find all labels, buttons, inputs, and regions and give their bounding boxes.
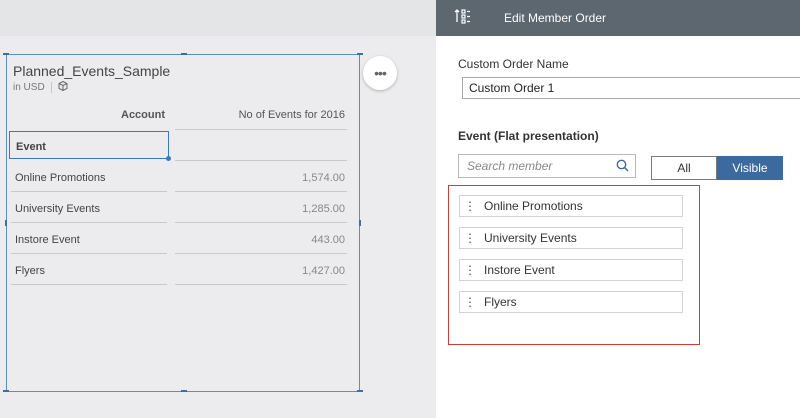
table-row-label[interactable]: Instore Event xyxy=(15,234,80,246)
currency-label: in USD xyxy=(13,82,45,93)
resize-handle-top[interactable] xyxy=(181,53,187,55)
resize-handle-bottom[interactable] xyxy=(181,390,187,392)
member-item[interactable]: ⋮ Instore Event xyxy=(459,259,683,281)
visibility-toggle: All Visible xyxy=(651,156,783,180)
resize-handle-bl[interactable] xyxy=(3,390,9,392)
row-divider xyxy=(11,253,167,254)
row-divider xyxy=(175,284,347,285)
member-item[interactable]: ⋮ Flyers xyxy=(459,291,683,313)
table-widget[interactable]: Planned_Events_Sample in USD Account No … xyxy=(3,53,363,392)
dimension-header-label: Event xyxy=(16,141,46,153)
search-placeholder: Search member xyxy=(467,159,553,173)
resize-handle-br[interactable] xyxy=(357,390,363,392)
member-order-icon xyxy=(454,8,474,29)
selection-handle[interactable] xyxy=(166,156,171,161)
header-measure[interactable]: No of Events for 2016 xyxy=(175,109,345,121)
panel-header: Edit Member Order xyxy=(436,0,800,36)
drag-handle-icon[interactable]: ⋮ xyxy=(464,263,476,277)
table-row-label[interactable]: Online Promotions xyxy=(15,172,106,184)
member-list: ⋮ Online Promotions ⋮ University Events … xyxy=(448,185,700,345)
header-divider xyxy=(175,129,347,130)
row-divider xyxy=(175,191,347,192)
custom-order-name-input[interactable]: Custom Order 1 xyxy=(462,77,800,99)
resize-handle-tl[interactable] xyxy=(3,53,9,55)
member-label: Instore Event xyxy=(484,263,555,277)
member-item[interactable]: ⋮ University Events xyxy=(459,227,683,249)
edit-member-order-panel: Edit Member Order Custom Order Name Cust… xyxy=(436,0,800,418)
resize-handle-tr[interactable] xyxy=(357,53,363,55)
member-label: Online Promotions xyxy=(484,199,583,213)
section-title: Event (Flat presentation) xyxy=(458,129,599,143)
drag-handle-icon[interactable]: ⋮ xyxy=(464,295,476,309)
header-account[interactable]: Account xyxy=(7,109,165,121)
canvas-topbar xyxy=(0,0,436,36)
more-actions-button[interactable]: ••• xyxy=(363,56,397,90)
table-row-label[interactable]: Flyers xyxy=(15,265,45,277)
table-row-value[interactable]: 443.00 xyxy=(175,234,345,246)
member-label: Flyers xyxy=(484,295,517,309)
table-row-label[interactable]: University Events xyxy=(15,203,100,215)
search-icon[interactable] xyxy=(616,159,629,175)
row-divider xyxy=(175,253,347,254)
table-row-value[interactable]: 1,574.00 xyxy=(175,172,345,184)
toggle-all-button[interactable]: All xyxy=(651,156,717,180)
table-row-value[interactable]: 1,285.00 xyxy=(175,203,345,215)
drag-handle-icon[interactable]: ⋮ xyxy=(464,199,476,213)
panel-title: Edit Member Order xyxy=(504,11,607,25)
member-label: University Events xyxy=(484,231,577,245)
resize-handle-right[interactable] xyxy=(359,220,361,226)
model-icon[interactable] xyxy=(58,80,68,94)
widget-subtitle: in USD xyxy=(13,80,68,94)
row-divider xyxy=(175,222,347,223)
custom-order-name-label: Custom Order Name xyxy=(458,57,569,71)
table-row-value[interactable]: 1,427.00 xyxy=(175,265,345,277)
widget-title: Planned_Events_Sample xyxy=(13,63,171,79)
toggle-visible-button[interactable]: Visible xyxy=(717,156,783,180)
row-divider xyxy=(11,222,167,223)
dimension-header-event[interactable]: Event xyxy=(9,131,171,161)
drag-handle-icon[interactable]: ⋮ xyxy=(464,231,476,245)
row-divider xyxy=(11,284,167,285)
search-member-input[interactable]: Search member xyxy=(458,154,636,178)
row-divider xyxy=(175,160,347,161)
row-divider xyxy=(11,191,167,192)
story-canvas: Planned_Events_Sample in USD Account No … xyxy=(0,0,436,418)
resize-handle-left[interactable] xyxy=(5,220,7,226)
member-item[interactable]: ⋮ Online Promotions xyxy=(459,195,683,217)
divider xyxy=(50,82,52,93)
